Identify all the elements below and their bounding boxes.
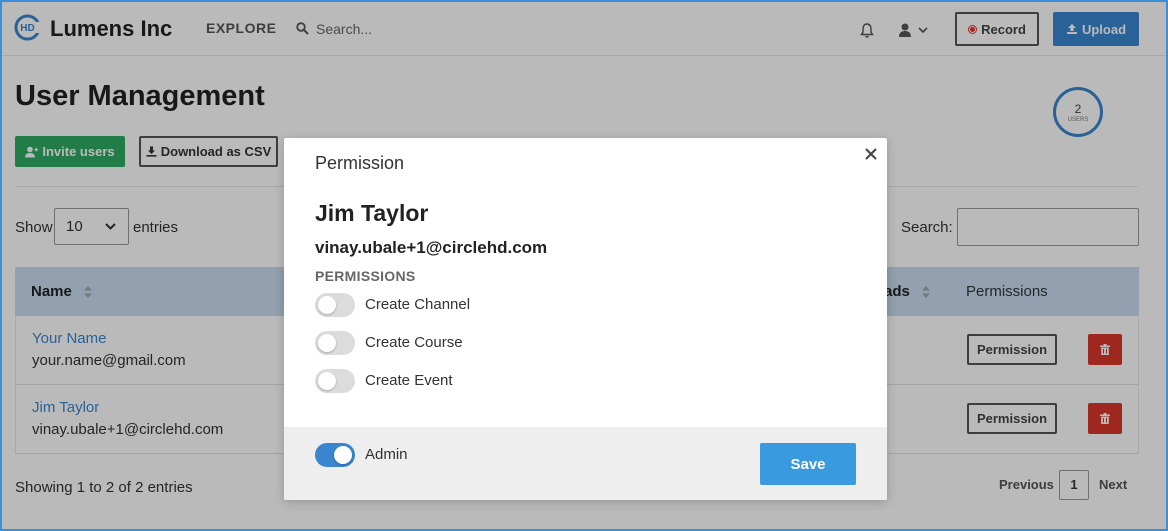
- modal-title: Permission: [315, 153, 405, 173]
- permission-modal: Permission Jim Taylor vinay.ubale+1@circ…: [284, 138, 887, 500]
- create-event-label: Create Event: [365, 372, 453, 389]
- app-window: HD Lumens Inc EXPLORE Record Upload: [0, 0, 1168, 531]
- modal-footer: Admin Save: [284, 427, 887, 500]
- create-course-toggle[interactable]: [315, 331, 355, 355]
- create-event-toggle[interactable]: [315, 369, 355, 393]
- save-button[interactable]: Save: [760, 443, 856, 485]
- admin-label: Admin: [365, 446, 408, 463]
- modal-user-name: Jim Taylor: [315, 200, 429, 226]
- permissions-heading: PERMISSIONS: [315, 268, 416, 284]
- admin-toggle[interactable]: [315, 443, 355, 467]
- create-course-label: Create Course: [365, 334, 463, 351]
- create-channel-label: Create Channel: [365, 296, 471, 313]
- close-icon[interactable]: [864, 147, 878, 161]
- modal-user-email: vinay.ubale+1@circlehd.com: [315, 238, 548, 257]
- create-channel-toggle[interactable]: [315, 293, 355, 317]
